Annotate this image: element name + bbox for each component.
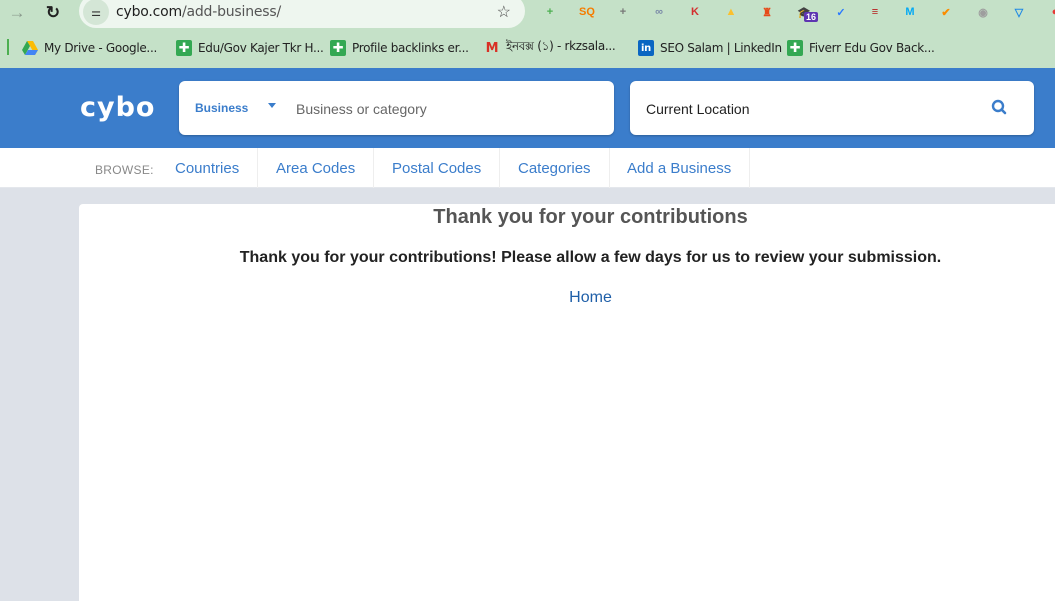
browser-toolbar: → ↻ ⚌ cybo.com/add-business/ ☆ + SQ + ∞ K ▲ ♜ 🎓… bbox=[0, 0, 1055, 28]
forward-button[interactable]: → bbox=[5, 2, 29, 24]
extension-sq-icon[interactable]: SQ bbox=[578, 3, 596, 21]
page-title: Thank you for your contributions bbox=[433, 206, 748, 228]
bookmarks-bar: My Drive - Google... ✚ Edu/Gov Kajer Tkr… bbox=[0, 34, 1055, 60]
browse-add-business-link[interactable]: Add a Business bbox=[609, 148, 751, 188]
search-button[interactable] bbox=[990, 98, 1010, 118]
bookmark-label: My Drive - Google... bbox=[44, 41, 157, 55]
extension-doc-plus-icon[interactable]: + bbox=[614, 3, 632, 21]
bookmark-label: Edu/Gov Kajer Tkr H... bbox=[198, 41, 324, 55]
bookmarks-separator bbox=[7, 39, 9, 55]
confirmation-message: Thank you for your contributions! Please… bbox=[239, 249, 942, 266]
cybo-logo[interactable]: cybo bbox=[80, 92, 155, 123]
extension-bell-icon[interactable]: ▲ bbox=[722, 3, 740, 21]
sheets-icon: ✚ bbox=[176, 40, 192, 56]
extension-shield-gray-icon[interactable]: ◉ bbox=[974, 3, 992, 21]
sheets-icon: ✚ bbox=[787, 40, 803, 56]
location-input[interactable] bbox=[646, 98, 966, 120]
reload-button[interactable]: ↻ bbox=[41, 2, 65, 24]
bookmark-label: Fiverr Edu Gov Back... bbox=[809, 41, 935, 55]
location-search-box bbox=[630, 81, 1034, 135]
gmail-icon: M bbox=[485, 40, 499, 56]
site-info-button[interactable]: ⚌ bbox=[83, 0, 109, 25]
home-link[interactable]: Home bbox=[79, 289, 1055, 307]
bookmark-label: SEO Salam | LinkedIn bbox=[660, 41, 782, 55]
linkedin-icon: in bbox=[638, 40, 654, 56]
extension-user-check-icon[interactable]: ✔ bbox=[937, 3, 955, 21]
extension-badge: 16 bbox=[804, 12, 819, 22]
bookmark-star-icon[interactable]: ☆ bbox=[497, 2, 511, 22]
site-header: cybo Business bbox=[0, 68, 1055, 148]
bookmark-edu-gov-kajer[interactable]: ✚ Edu/Gov Kajer Tkr H... bbox=[176, 38, 324, 58]
arrow-right-icon: → bbox=[8, 3, 26, 22]
extension-k-icon[interactable]: K bbox=[686, 3, 704, 21]
reload-icon: ↻ bbox=[45, 3, 61, 22]
browser-chrome: → ↻ ⚌ cybo.com/add-business/ ☆ + SQ + ∞ K ▲ ♜ 🎓… bbox=[0, 0, 1055, 68]
bookmark-profile-backlinks[interactable]: ✚ Profile backlinks er... bbox=[330, 38, 469, 58]
bookmark-fiverr-edu-gov[interactable]: ✚ Fiverr Edu Gov Back... bbox=[787, 38, 935, 58]
business-search-input[interactable] bbox=[296, 98, 596, 120]
url-path: /add-business/ bbox=[181, 4, 282, 20]
extension-m-icon[interactable]: M bbox=[901, 3, 919, 21]
browse-label: BROWSE: bbox=[95, 163, 154, 177]
search-type-select[interactable]: Business bbox=[195, 101, 248, 115]
browse-postal-codes-link[interactable]: Postal Codes bbox=[374, 148, 501, 188]
bookmark-label: ইনবক্স (১) - rkzsala... bbox=[506, 39, 616, 53]
browse-nav: BROWSE: Countries Area Codes Postal Code… bbox=[0, 148, 1055, 188]
extension-shield-blue-icon[interactable]: ▽ bbox=[1010, 3, 1028, 21]
search-icon bbox=[991, 99, 1007, 115]
extension-flag-icon[interactable]: ≡ bbox=[866, 3, 884, 21]
extension-pokeball-icon[interactable]: ● bbox=[1046, 3, 1055, 21]
extension-cap-icon[interactable]: 🎓16 bbox=[795, 3, 819, 22]
address-bar[interactable]: ⚌ cybo.com/add-business/ ☆ bbox=[79, 0, 525, 28]
bookmark-my-drive[interactable]: My Drive - Google... bbox=[22, 38, 157, 58]
extension-link-icon[interactable]: ∞ bbox=[650, 3, 668, 21]
sheets-icon: ✚ bbox=[330, 40, 346, 56]
tune-icon: ⚌ bbox=[91, 6, 101, 19]
browse-countries-link[interactable]: Countries bbox=[157, 148, 259, 188]
url-text[interactable]: cybo.com/add-business/ bbox=[116, 4, 281, 20]
bookmark-linkedin[interactable]: in SEO Salam | LinkedIn bbox=[638, 38, 782, 58]
url-host: cybo.com bbox=[116, 4, 182, 20]
browse-area-codes-link[interactable]: Area Codes bbox=[258, 148, 375, 188]
extension-lighthouse-icon[interactable]: ♜ bbox=[758, 3, 776, 21]
browse-categories-link[interactable]: Categories bbox=[500, 148, 610, 188]
drive-icon bbox=[22, 40, 38, 56]
caret-down-icon[interactable] bbox=[268, 103, 276, 108]
extension-calendar-icon[interactable]: ✓ bbox=[832, 3, 850, 21]
business-search-box: Business bbox=[179, 81, 614, 135]
bookmark-label: Profile backlinks er... bbox=[352, 41, 469, 55]
main-content: Thank you for your contributions Thank y… bbox=[79, 204, 1055, 601]
extension-plus-icon[interactable]: + bbox=[541, 3, 559, 21]
bookmark-gmail-inbox[interactable]: M ইনবক্স (১) - rkzsala... bbox=[484, 38, 616, 58]
